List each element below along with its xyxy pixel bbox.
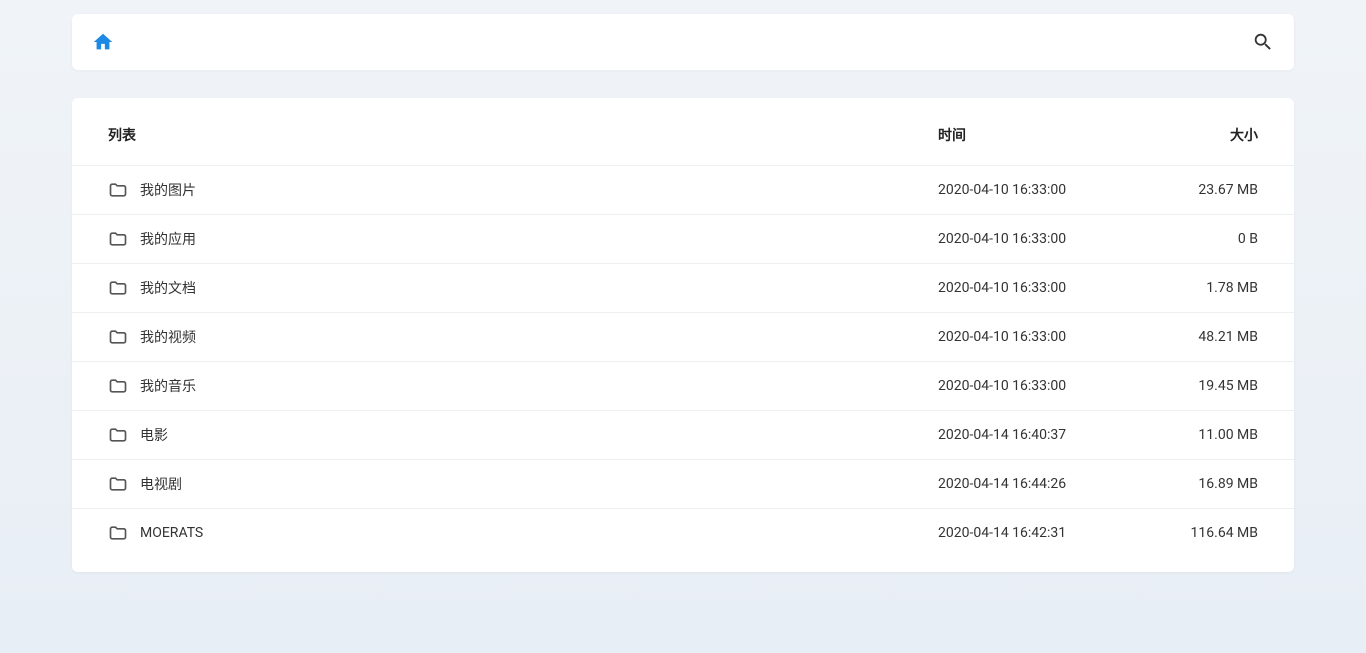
file-name: 电视剧 xyxy=(140,474,182,494)
folder-icon xyxy=(108,180,128,200)
file-name-cell: 我的图片 xyxy=(108,180,938,200)
file-size: 23.67 MB xyxy=(1138,182,1258,198)
file-name: 电影 xyxy=(140,425,168,445)
file-name-cell: MOERATS xyxy=(108,523,938,543)
file-name-cell: 电视剧 xyxy=(108,474,938,494)
top-bar xyxy=(72,14,1294,70)
file-name-cell: 我的文档 xyxy=(108,278,938,298)
table-row[interactable]: 我的文档 2020-04-10 16:33:001.78 MB xyxy=(72,263,1294,312)
folder-icon xyxy=(108,523,128,543)
file-time: 2020-04-14 16:44:26 xyxy=(938,476,1138,492)
table-row[interactable]: MOERATS 2020-04-14 16:42:31116.64 MB xyxy=(72,508,1294,557)
table-row[interactable]: 我的视频 2020-04-10 16:33:0048.21 MB xyxy=(72,312,1294,361)
home-button[interactable] xyxy=(92,31,114,53)
file-name-cell: 我的视频 xyxy=(108,327,938,347)
folder-icon xyxy=(108,474,128,494)
file-time: 2020-04-10 16:33:00 xyxy=(938,329,1138,345)
file-name: 我的视频 xyxy=(140,327,196,347)
file-list-card: 列表 时间 大小 我的图片2020-04-10 16:33:0023.67 MB… xyxy=(72,98,1294,572)
file-size: 16.89 MB xyxy=(1138,476,1258,492)
file-name-cell: 我的音乐 xyxy=(108,376,938,396)
file-name: 我的文档 xyxy=(140,278,196,298)
table-body: 我的图片2020-04-10 16:33:0023.67 MB我的应用2020-… xyxy=(72,165,1294,557)
file-name: MOERATS xyxy=(140,525,203,541)
folder-icon xyxy=(108,376,128,396)
table-row[interactable]: 电视剧 2020-04-14 16:44:2616.89 MB xyxy=(72,459,1294,508)
search-button[interactable] xyxy=(1252,31,1274,53)
file-time: 2020-04-10 16:33:00 xyxy=(938,280,1138,296)
file-name: 我的应用 xyxy=(140,229,196,249)
file-name: 我的音乐 xyxy=(140,376,196,396)
table-row[interactable]: 电影 2020-04-14 16:40:3711.00 MB xyxy=(72,410,1294,459)
file-size: 11.00 MB xyxy=(1138,427,1258,443)
column-header-size[interactable]: 大小 xyxy=(1138,125,1258,145)
file-time: 2020-04-14 16:40:37 xyxy=(938,427,1138,443)
file-name-cell: 我的应用 xyxy=(108,229,938,249)
column-header-name[interactable]: 列表 xyxy=(108,125,938,145)
table-row[interactable]: 我的应用 2020-04-10 16:33:000 B xyxy=(72,214,1294,263)
folder-icon xyxy=(108,229,128,249)
file-size: 48.21 MB xyxy=(1138,329,1258,345)
file-time: 2020-04-10 16:33:00 xyxy=(938,231,1138,247)
file-time: 2020-04-10 16:33:00 xyxy=(938,182,1138,198)
file-size: 1.78 MB xyxy=(1138,280,1258,296)
table-header: 列表 时间 大小 xyxy=(72,113,1294,165)
search-icon xyxy=(1252,31,1274,53)
folder-icon xyxy=(108,425,128,445)
file-time: 2020-04-14 16:42:31 xyxy=(938,525,1138,541)
folder-icon xyxy=(108,278,128,298)
table-row[interactable]: 我的音乐 2020-04-10 16:33:0019.45 MB xyxy=(72,361,1294,410)
file-size: 19.45 MB xyxy=(1138,378,1258,394)
file-name: 我的图片 xyxy=(140,180,196,200)
file-name-cell: 电影 xyxy=(108,425,938,445)
file-time: 2020-04-10 16:33:00 xyxy=(938,378,1138,394)
column-header-time[interactable]: 时间 xyxy=(938,125,1138,145)
table-row[interactable]: 我的图片 2020-04-10 16:33:0023.67 MB xyxy=(72,165,1294,214)
file-size: 116.64 MB xyxy=(1138,525,1258,541)
home-icon xyxy=(92,31,114,53)
folder-icon xyxy=(108,327,128,347)
file-size: 0 B xyxy=(1138,231,1258,247)
